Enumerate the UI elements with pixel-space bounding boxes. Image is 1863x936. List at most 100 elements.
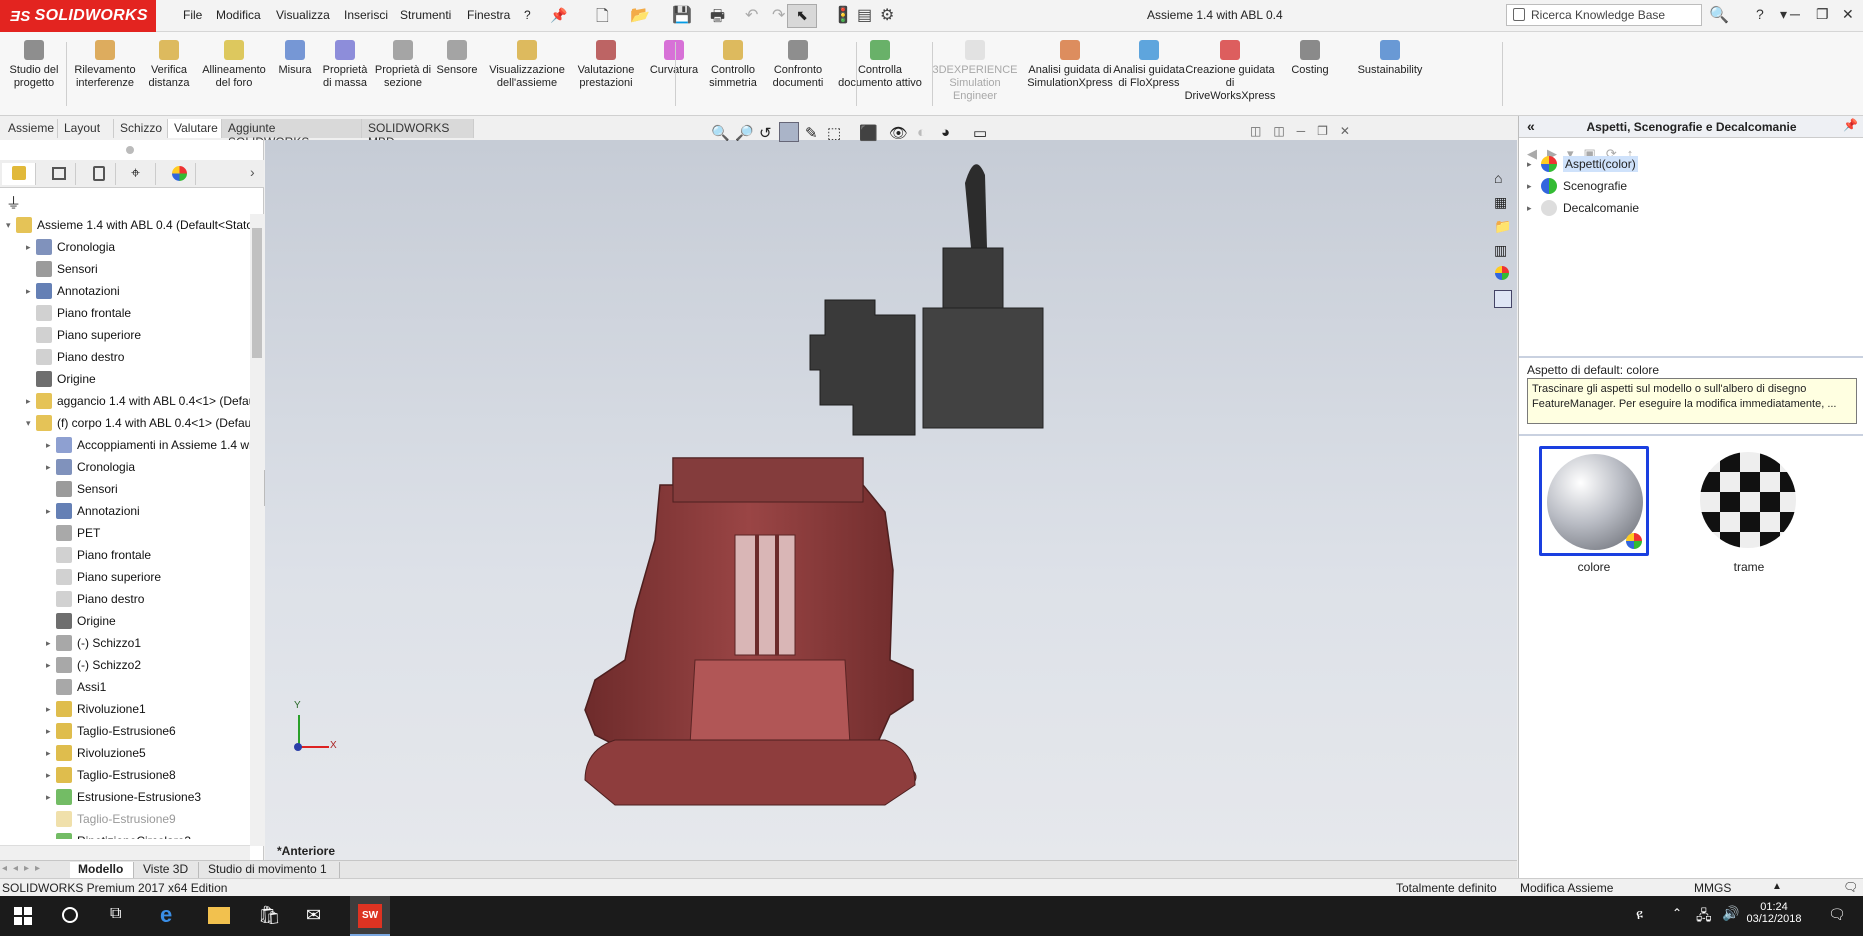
command-driveworksxpress[interactable]: Creazione guidata di DriveWorksXpress xyxy=(1180,40,1280,103)
tree-node[interactable]: ▸ Estrusione-Estrusione3 xyxy=(46,786,201,808)
apply-scene-icon[interactable]: ◕ xyxy=(941,124,950,141)
cortana-icon[interactable] xyxy=(62,907,78,923)
expand-arrow-icon[interactable]: ▸ xyxy=(46,726,56,737)
open-icon[interactable]: 📂 xyxy=(630,5,650,25)
graphics-area[interactable]: Y X *Anteriore ◫◫─❐✕ xyxy=(265,124,1517,865)
tab-scroll-icons[interactable]: ◂◂▸▸ xyxy=(2,863,46,874)
command-simulation-engineer[interactable]: 3DEXPERIENCE Simulation Engineer xyxy=(932,40,1018,103)
expand-tabs-icon[interactable]: › xyxy=(250,164,255,180)
menu-visualizza[interactable]: Visualizza xyxy=(276,8,330,22)
feature-manager-tab[interactable] xyxy=(2,163,36,185)
clock[interactable]: 01:24 03/12/2018 xyxy=(1744,901,1804,925)
scrollbar-thumb[interactable] xyxy=(252,228,262,358)
volume-icon[interactable]: 🔊 xyxy=(1722,905,1739,922)
tree-node[interactable]: ▸ Annotazioni xyxy=(26,280,120,302)
solidworks-taskbar-button[interactable]: SW xyxy=(350,896,390,936)
menu-help[interactable]: ? xyxy=(524,8,531,22)
home-icon[interactable]: ⌂ xyxy=(1494,170,1502,186)
windows-start-icon[interactable] xyxy=(14,907,32,925)
expand-arrow-icon[interactable]: ▸ xyxy=(1527,203,1541,214)
tab-modello[interactable]: Modello xyxy=(70,862,134,878)
command-performance[interactable]: Valutazione prestazioni xyxy=(572,40,640,90)
tab-viste-3d[interactable]: Viste 3D xyxy=(135,862,199,878)
appearances-tab-icon[interactable] xyxy=(1495,266,1509,280)
tab-studio-di-movimento-1[interactable]: Studio di movimento 1 xyxy=(200,862,340,878)
tree-node[interactable]: Sensori xyxy=(26,258,98,280)
command-costing[interactable]: Costing xyxy=(1280,40,1340,77)
command-clearance[interactable]: Verifica distanza xyxy=(144,40,194,90)
user-icon[interactable]: ▾ xyxy=(1780,6,1787,23)
command-sensor[interactable]: Sensore xyxy=(434,40,480,77)
dimxpert-tab[interactable]: ⌖ xyxy=(122,163,156,185)
tab-assieme[interactable]: Assieme xyxy=(2,119,58,138)
new-document-icon[interactable]: 🗋 xyxy=(596,5,609,32)
appearance-tree-item[interactable]: ▸ Decalcomanie xyxy=(1527,198,1639,218)
tree-node[interactable]: Piano frontale xyxy=(46,544,151,566)
solidworks-logo[interactable]: ƎS SOLIDWORKS xyxy=(0,0,156,32)
command-section-properties[interactable]: Proprietà di sezione xyxy=(373,40,433,90)
pin-icon[interactable]: 📌 xyxy=(550,7,567,24)
knowledge-base-search[interactable]: Ricerca Knowledge Base xyxy=(1506,4,1702,26)
tree-node[interactable]: ▸ Accoppiamenti in Assieme 1.4 wit xyxy=(46,434,250,456)
menu-finestra[interactable]: Finestra xyxy=(467,8,510,22)
tree-node[interactable]: ▸ Annotazioni xyxy=(46,500,140,522)
collapse-arrow-icon[interactable]: ▾ xyxy=(26,418,36,429)
edge-icon[interactable]: e xyxy=(160,902,172,928)
close-icon[interactable]: ✕ xyxy=(1842,6,1854,23)
edit-appearance-icon[interactable]: ◐ xyxy=(917,124,926,141)
rebuild-icon[interactable]: 🚦 xyxy=(833,5,853,25)
command-sustainability[interactable]: Sustainability xyxy=(1350,40,1430,77)
viewport-window-controls[interactable]: ◫◫─❐✕ xyxy=(1250,124,1362,138)
display-manager-tab[interactable] xyxy=(162,163,196,185)
save-icon[interactable]: 💾 xyxy=(672,5,692,25)
hide-show-items-icon[interactable]: 👁 xyxy=(889,124,908,142)
file-explorer-taskbar-icon[interactable] xyxy=(208,907,230,924)
dynamic-annotation-icon[interactable]: ✎ xyxy=(805,124,818,142)
tree-node[interactable]: Origine xyxy=(26,368,96,390)
expand-arrow-icon[interactable]: ▸ xyxy=(46,506,56,517)
file-explorer-icon[interactable]: 📁 xyxy=(1494,218,1511,235)
command-simulationxpress[interactable]: Analisi guidata di SimulationXpress xyxy=(1022,40,1118,90)
help-icon[interactable]: ? xyxy=(1756,6,1764,22)
file-properties-icon[interactable]: ▤ xyxy=(857,5,872,25)
expand-arrow-icon[interactable]: ▸ xyxy=(26,242,36,253)
command-curvature[interactable]: Curvatura xyxy=(644,40,704,77)
zoom-to-fit-icon[interactable]: 🔍 xyxy=(711,124,730,142)
menu-inserisci[interactable]: Inserisci xyxy=(344,8,388,22)
tree-node[interactable]: Origine xyxy=(46,610,116,632)
restore-icon[interactable]: ❐ xyxy=(1816,6,1829,23)
expand-arrow-icon[interactable]: ▸ xyxy=(1527,159,1541,170)
appearance-tree-item[interactable]: ▸ Aspetti(color) xyxy=(1527,154,1638,174)
design-library-icon[interactable]: ▦ xyxy=(1494,194,1507,211)
tab-solidworks-mbd[interactable]: SOLIDWORKS MBD xyxy=(362,119,474,149)
menu-strumenti[interactable]: Strumenti xyxy=(400,8,451,22)
unit-system[interactable]: MMGS xyxy=(1694,881,1731,895)
expand-arrow-icon[interactable]: ▸ xyxy=(46,462,56,473)
command-mass-properties[interactable]: Proprietà di massa xyxy=(318,40,372,90)
tray-expand-icon[interactable]: ⌃ xyxy=(1672,906,1682,920)
view-orientation-icon[interactable]: ⬚ xyxy=(827,124,841,142)
command-measure[interactable]: Misura xyxy=(274,40,316,77)
tree-node[interactable]: ▸ Taglio-Estrusione8 xyxy=(46,764,176,786)
tree-node[interactable]: Piano destro xyxy=(46,588,144,610)
command-hole-alignment[interactable]: Allineamento del foro xyxy=(196,40,272,90)
tree-node[interactable]: ▸ Cronologia xyxy=(46,456,135,478)
tree-node[interactable]: Piano destro xyxy=(26,346,124,368)
tree-node[interactable]: Taglio-Estrusione9 xyxy=(46,808,176,830)
command-symmetry[interactable]: Controllo simmetria xyxy=(702,40,764,90)
command-interference[interactable]: Rilevamento interferenze xyxy=(70,40,140,90)
tree-node[interactable]: ▸ Cronologia xyxy=(26,236,115,258)
tree-node[interactable]: ▾ (f) corpo 1.4 with ABL 0.4<1> (Default xyxy=(26,412,250,434)
tree-horizontal-scrollbar[interactable] xyxy=(0,845,250,861)
tab-aggiunte-solidworks[interactable]: Aggiunte SOLIDWORKS xyxy=(222,119,362,149)
task-view-icon[interactable]: ⧉ xyxy=(110,905,121,923)
tab-schizzo[interactable]: Schizzo xyxy=(114,119,168,138)
select-icon[interactable]: ⬉ xyxy=(787,4,817,28)
store-icon[interactable]: 🛍 xyxy=(258,905,281,926)
tree-node[interactable]: ▸ Rivoluzione5 xyxy=(46,742,146,764)
tree-node[interactable]: ▸ Taglio-Estrusione6 xyxy=(46,720,176,742)
filter-icon[interactable]: ⏚ xyxy=(6,192,21,213)
network-icon[interactable]: 🖧 xyxy=(1696,905,1712,929)
zoom-area-icon[interactable]: 🔎 xyxy=(735,124,754,142)
appearance-tree-item[interactable]: ▸ Scenografie xyxy=(1527,176,1627,196)
